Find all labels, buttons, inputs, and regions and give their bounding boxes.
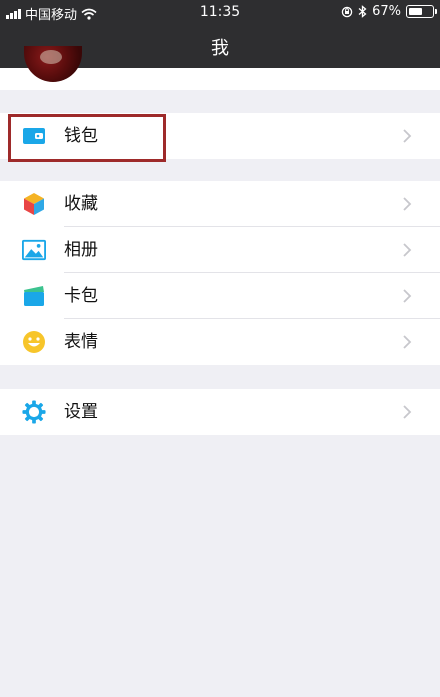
cube-icon [22,192,46,216]
menu-item-label: 表情 [64,332,98,352]
menu-item-label: 卡包 [64,286,98,306]
menu-item-label: 设置 [64,402,98,422]
chevron-right-icon [402,404,418,420]
status-bar: 中国移动 11:35 67% [0,0,440,24]
photo-icon [22,238,46,262]
menu-item-label: 相册 [64,240,98,260]
menu-item-settings[interactable]: 设置 [0,389,440,435]
battery-fill [409,8,422,15]
battery-icon [406,5,437,18]
menu-item-stickers[interactable]: 表情 [0,319,440,365]
menu-item-label: 钱包 [64,126,98,146]
menu-group-wallet: 钱包 [0,113,440,159]
chevron-right-icon [402,288,418,304]
battery-percent: 67% [372,4,401,19]
status-right: 67% [341,4,437,19]
wallet-icon [22,124,46,148]
menu-item-label: 收藏 [64,194,98,214]
chevron-right-icon [402,128,418,144]
menu-item-cards[interactable]: 卡包 [0,273,440,319]
orientation-lock-icon [341,6,353,17]
chevron-right-icon [402,242,418,258]
gear-icon [22,400,46,424]
card-icon [22,284,46,308]
menu-item-wallet[interactable]: 钱包 [0,113,440,159]
menu-group-main: 收藏 相册 卡包 表情 [0,181,440,365]
chevron-right-icon [402,196,418,212]
menu-item-favorites[interactable]: 收藏 [0,181,440,227]
profile-section[interactable] [0,46,440,90]
avatar[interactable] [24,46,82,82]
chevron-right-icon [402,334,418,350]
menu-group-settings: 设置 [0,389,440,435]
menu-item-album[interactable]: 相册 [0,227,440,273]
smiley-icon [22,330,46,354]
bluetooth-icon [358,5,367,18]
